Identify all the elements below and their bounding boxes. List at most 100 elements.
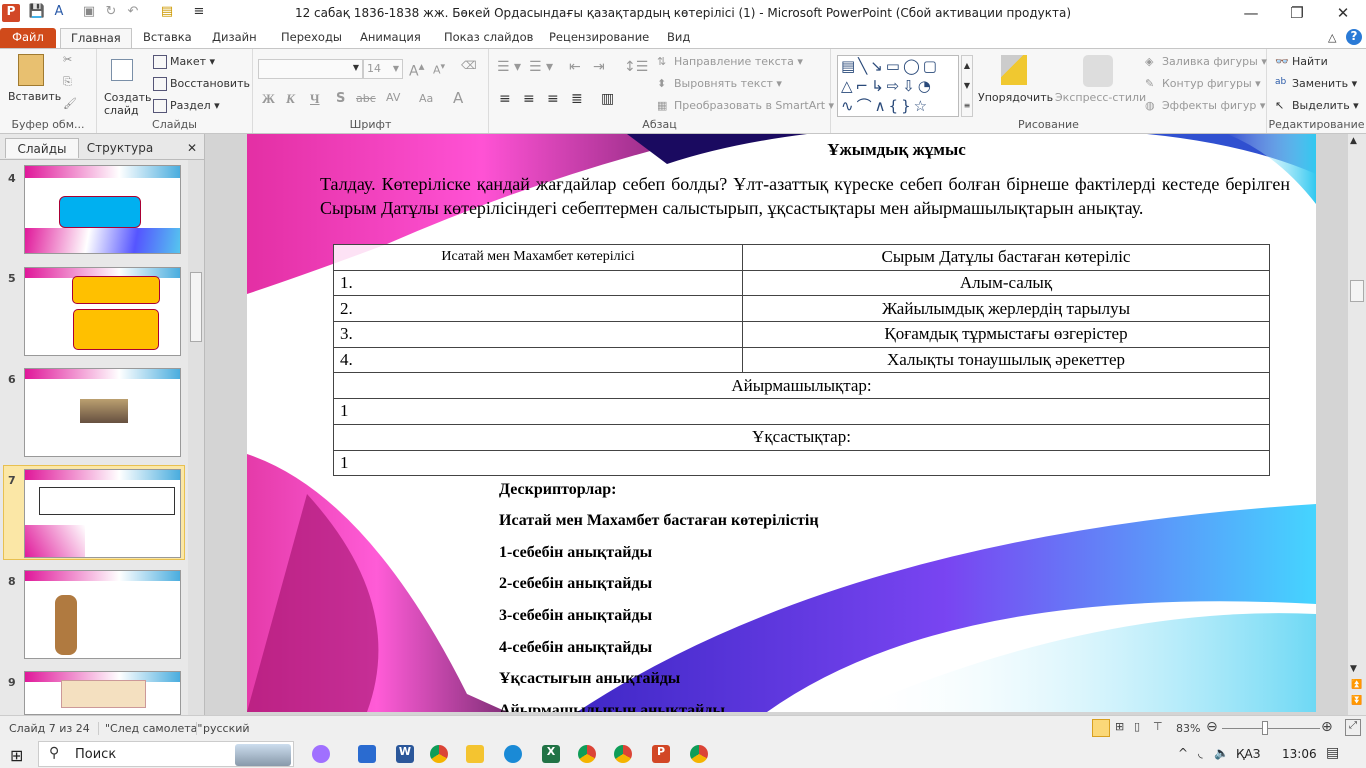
table-cell[interactable]: 1. (333, 269, 743, 297)
shadow-button[interactable]: S (336, 91, 345, 106)
italic-button[interactable]: К (286, 91, 295, 107)
arrange-button[interactable]: Упорядочить (978, 91, 1053, 104)
search-box[interactable]: ⚲ Поиск (38, 741, 294, 767)
chrome-icon[interactable] (430, 745, 448, 763)
shape-fill-button[interactable]: ◈ Заливка фигуры ▾ (1145, 55, 1267, 69)
tab-transitions[interactable]: Переходы (271, 28, 352, 48)
scroll-thumb[interactable] (190, 272, 202, 342)
windows-start-icon[interactable]: ⊞ (10, 746, 23, 765)
tab-animations[interactable]: Анимация (350, 28, 431, 48)
table-cell[interactable]: 1 (333, 449, 1270, 477)
notifications-icon[interactable]: ▤ (1326, 745, 1339, 761)
slide-thumbnail[interactable] (24, 165, 181, 254)
volume-icon[interactable]: 🔈 (1214, 746, 1229, 760)
file-explorer-icon[interactable] (466, 745, 484, 763)
store-icon[interactable] (358, 745, 376, 763)
table-cell[interactable]: 2. (333, 295, 743, 323)
powerpoint-icon[interactable]: P (652, 745, 670, 763)
shape-outline-button[interactable]: ✎ Контур фигуры ▾ (1145, 77, 1261, 91)
find-button[interactable]: 👓 Найти (1275, 55, 1328, 69)
edge-icon[interactable] (504, 745, 522, 763)
wifi-icon[interactable]: ◟ (1198, 746, 1203, 760)
tab-slides[interactable]: Слайды (5, 138, 79, 158)
zoom-in-button[interactable]: ⊕ (1321, 719, 1333, 735)
restore-button[interactable]: ❐ (1274, 4, 1320, 24)
table-cell[interactable]: 3. (333, 321, 743, 348)
help-icon[interactable]: ? (1346, 29, 1362, 45)
slide-thumbnail[interactable] (24, 267, 181, 356)
bold-button[interactable]: Ж (262, 91, 275, 107)
slideshow-view-icon[interactable]: ⊤ (1153, 720, 1163, 733)
minimize-ribbon-icon[interactable]: △ (1328, 31, 1336, 44)
panel-scrollbar[interactable] (188, 160, 204, 715)
align-text-button[interactable]: ⬍ Выровнять текст ▾ (657, 77, 782, 91)
chrome-icon[interactable] (690, 745, 708, 763)
replace-button[interactable]: ab Заменить ▾ (1275, 77, 1357, 91)
zoom-level[interactable]: 83% (1176, 722, 1200, 735)
align-left-icon[interactable]: ≡ (499, 91, 511, 107)
select-button[interactable]: ↖ Выделить ▾ (1275, 99, 1359, 113)
chrome-icon[interactable] (614, 745, 632, 763)
excel-icon[interactable]: X (542, 745, 560, 763)
tab-review[interactable]: Рецензирование (539, 28, 659, 48)
new-slide-button[interactable]: Создать слайд (104, 91, 152, 117)
slide-canvas[interactable]: Ұжымдық жұмыс Талдау. Көтеріліске қандай… (247, 134, 1316, 712)
tab-outline[interactable]: Структура (80, 138, 160, 158)
show-hidden-icons[interactable]: ^ (1178, 746, 1188, 760)
quick-styles-button[interactable]: Экспресс-стили (1055, 91, 1146, 104)
justify-icon[interactable]: ≣ (571, 91, 583, 107)
zoom-slider-thumb[interactable] (1262, 721, 1268, 735)
cortana-icon[interactable] (312, 745, 330, 763)
tab-slideshow[interactable]: Показ слайдов (434, 28, 543, 48)
word-icon[interactable]: W (396, 745, 414, 763)
font-name-select[interactable]: ▼ (258, 59, 363, 79)
slide-thumbnail[interactable] (24, 671, 181, 715)
previous-slide-icon[interactable]: ⏫ (1351, 680, 1362, 690)
slide-sorter-icon[interactable]: ⊞ (1115, 720, 1124, 733)
chrome-icon[interactable] (578, 745, 596, 763)
bullets-icon[interactable]: ☰ ▾ (497, 59, 521, 75)
table-cell[interactable]: Жайылымдық жерлердің тарылуы (742, 295, 1270, 323)
gallery-scroll[interactable]: ▲ ▼ ≡ (961, 55, 973, 117)
scroll-up-icon[interactable]: ▲ (1350, 136, 1357, 146)
theme-name[interactable]: "След самолета" (98, 722, 202, 735)
paste-button[interactable]: Вставить (8, 90, 61, 103)
vertical-scrollbar[interactable]: ▲ ▼ ⏫ ⏬ (1348, 134, 1366, 715)
grow-font-icon[interactable]: A▴ (409, 59, 424, 80)
smartart-button[interactable]: ▦ Преобразовать в SmartArt ▾ (657, 99, 834, 113)
layout-button[interactable]: Макет ▾ (153, 55, 215, 69)
clock[interactable]: 13:06 (1282, 747, 1317, 761)
slide-thumbnail[interactable] (24, 570, 181, 659)
strikethrough-button[interactable]: abc (356, 92, 376, 105)
table-cell[interactable]: Қоғамдық тұрмыстағы өзгерістер (742, 321, 1270, 348)
similarities-header[interactable]: Ұқсастықтар: (333, 423, 1270, 451)
fit-to-window-icon[interactable]: ⤢ (1345, 719, 1361, 736)
table-cell[interactable]: Алым-салық (742, 269, 1270, 297)
char-spacing-button[interactable]: AV (386, 91, 400, 104)
shapes-gallery[interactable]: ▤╲↘▭◯▢ △⌐↳⇨⇩◔ ∿⌒∧{}☆ (837, 55, 959, 117)
reset-button[interactable]: Восстановить (153, 77, 250, 91)
table-cell[interactable]: Халықты тонаушылық әрекеттер (742, 346, 1270, 374)
format-painter-icon[interactable]: 🖌 (63, 97, 77, 110)
increase-indent-icon[interactable]: ⇥ (593, 59, 605, 75)
tab-file[interactable]: Файл (0, 28, 56, 48)
scroll-thumb[interactable] (1350, 280, 1364, 302)
tab-insert[interactable]: Вставка (133, 28, 202, 48)
cut-icon[interactable]: ✂ (63, 53, 72, 66)
slide-thumbnail-selected[interactable] (24, 469, 181, 558)
change-case-button[interactable]: Aa (419, 92, 433, 105)
clear-format-icon[interactable]: ⌫ (461, 59, 477, 72)
tab-view[interactable]: Вид (657, 28, 700, 48)
language-indicator[interactable]: русский (196, 722, 250, 735)
copy-icon[interactable]: ⎘ (63, 75, 72, 89)
next-slide-icon[interactable]: ⏬ (1351, 696, 1362, 706)
text-direction-button[interactable]: ⇅ Направление текста ▾ (657, 55, 803, 69)
font-size-select[interactable]: 14 ▼ (363, 59, 403, 79)
numbering-icon[interactable]: ☰ ▾ (529, 59, 553, 75)
shrink-font-icon[interactable]: A▾ (433, 61, 445, 77)
underline-button[interactable]: Ч (310, 91, 320, 107)
font-color-button[interactable]: A (453, 89, 463, 107)
line-spacing-icon[interactable]: ↕☰ (624, 59, 648, 75)
tab-design[interactable]: Дизайн (202, 28, 267, 48)
align-right-icon[interactable]: ≡ (547, 91, 559, 107)
